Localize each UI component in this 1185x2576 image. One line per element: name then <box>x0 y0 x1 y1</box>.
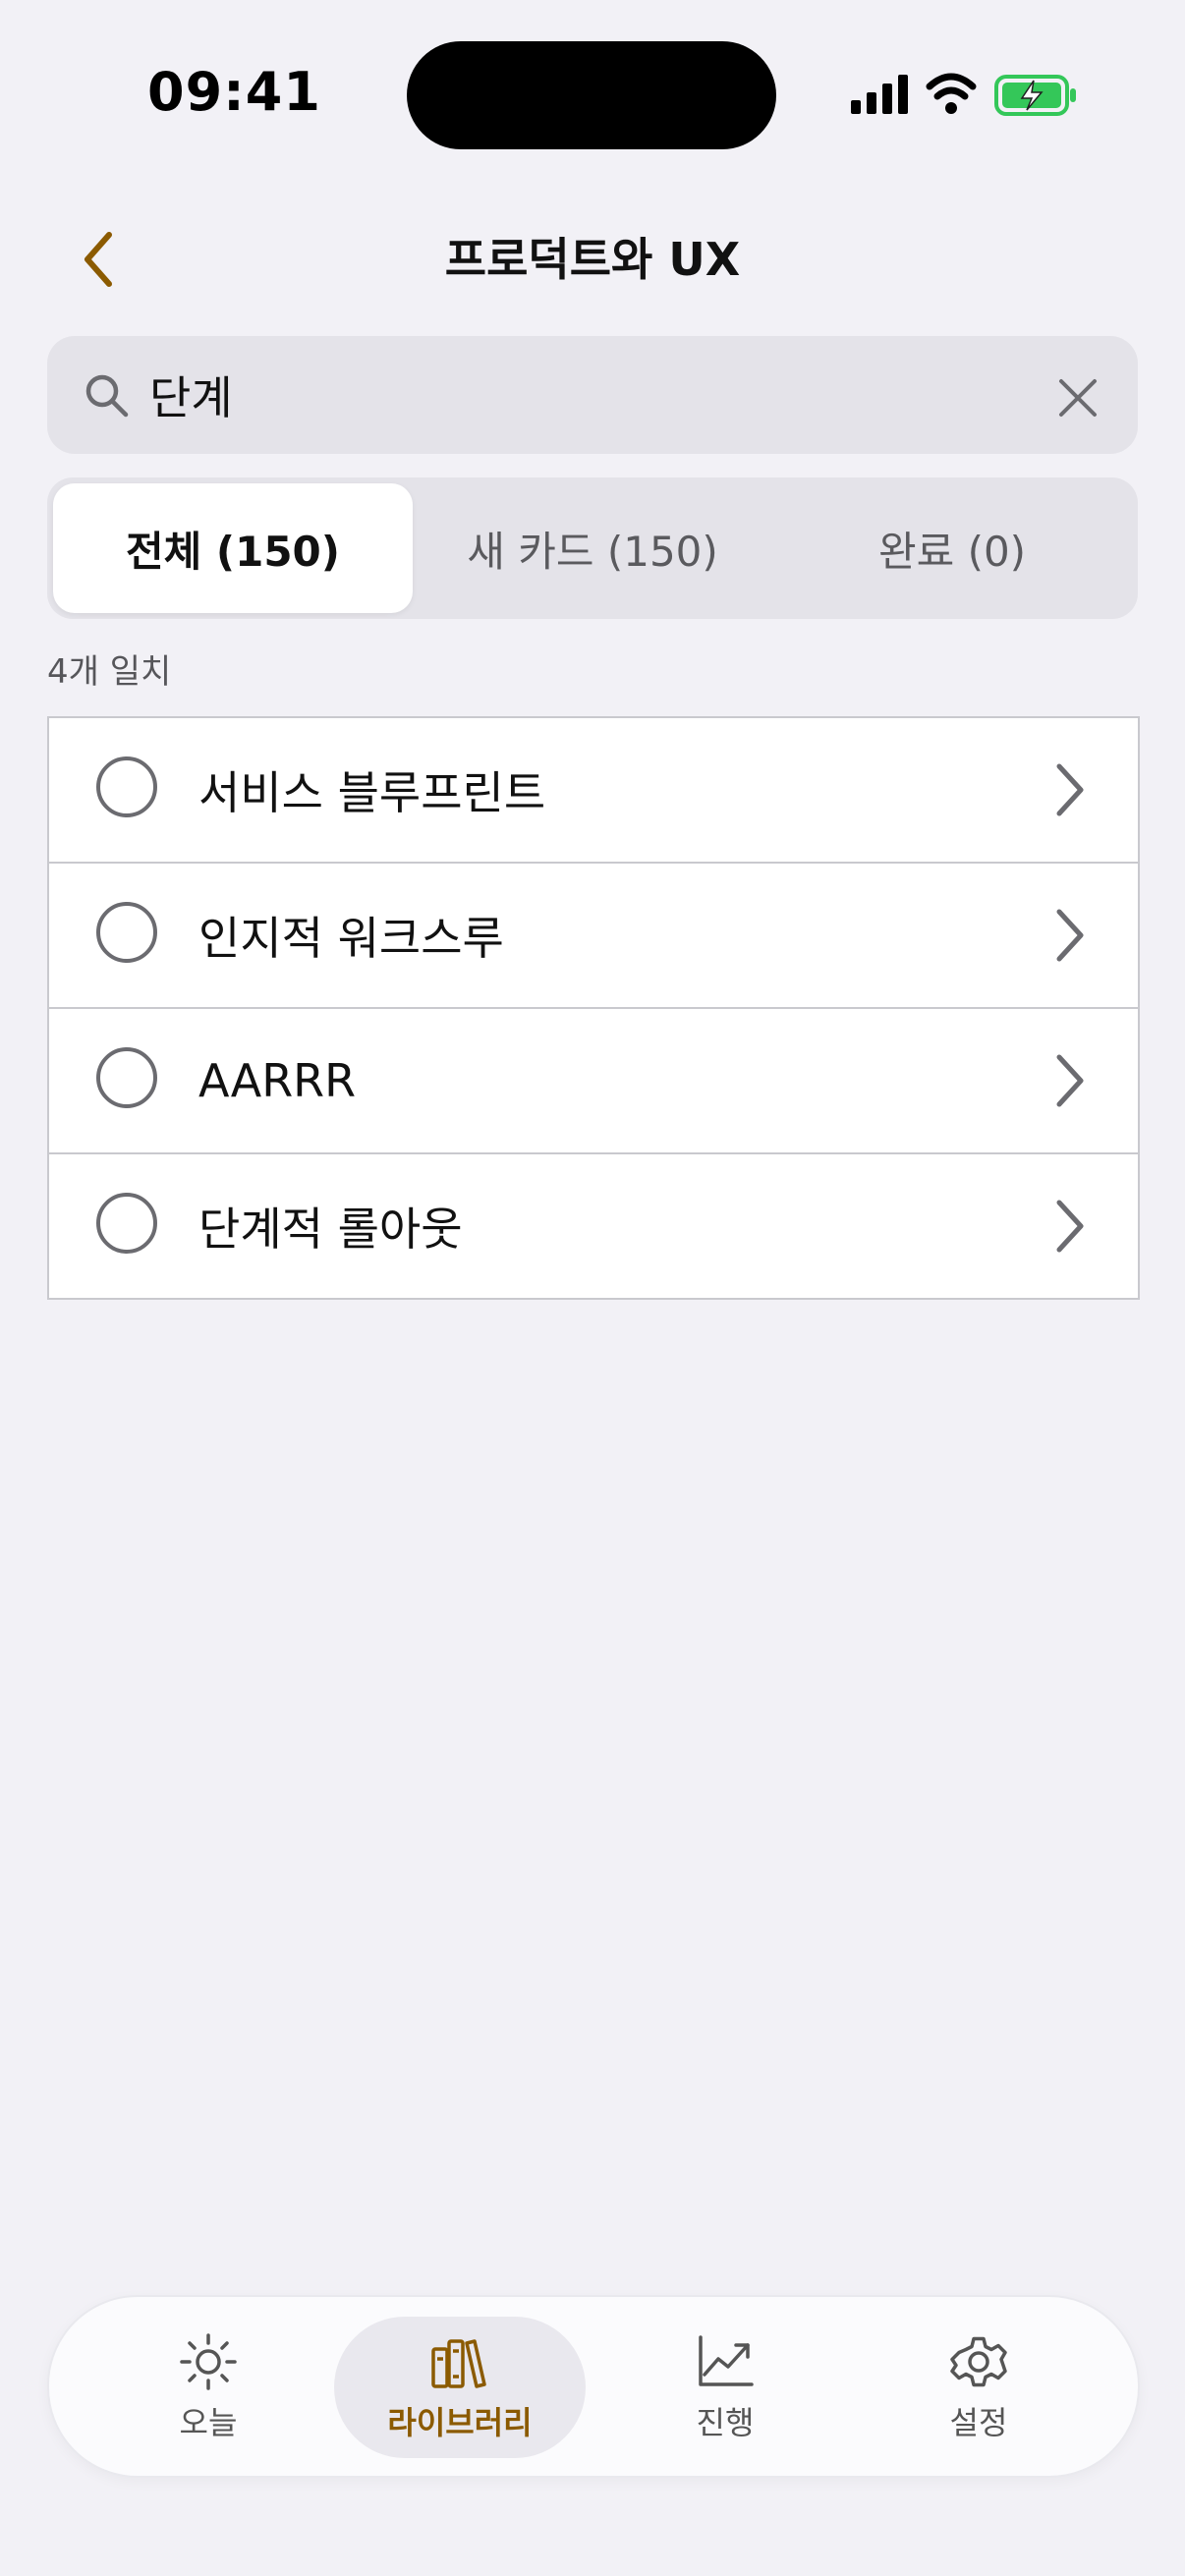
tab-bar: 오늘 라이브러리 진행 설정 <box>47 2295 1140 2478</box>
tab-label: 라이브러리 <box>387 2404 533 2441</box>
tab-label: 오늘 <box>179 2404 238 2441</box>
tab-label: 설정 <box>949 2404 1008 2441</box>
tab-label: 진행 <box>696 2404 755 2441</box>
search-icon <box>85 374 129 418</box>
close-icon <box>1059 379 1097 417</box>
list-item-title: AARRR <box>198 1054 357 1107</box>
status-circle-icon[interactable] <box>96 756 157 817</box>
battery-icon <box>994 75 1076 116</box>
list-item[interactable]: 서비스 블루프린트 <box>49 718 1138 862</box>
status-circle-icon[interactable] <box>96 902 157 963</box>
tab-today[interactable]: 오늘 <box>83 2317 334 2458</box>
chevron-right-icon <box>1056 1200 1084 1253</box>
list-item[interactable]: 단계적 롤아웃 <box>49 1152 1138 1298</box>
list-item-title: 단계적 롤아웃 <box>198 1203 463 1256</box>
list-item[interactable]: AARRR <box>49 1007 1138 1152</box>
chevron-left-icon <box>85 232 112 287</box>
segment-all[interactable]: 전체 (150) <box>53 483 413 613</box>
page-title: 프로덕트와 UX <box>444 233 741 286</box>
dynamic-island <box>407 41 776 149</box>
wifi-icon <box>926 73 977 114</box>
tab-progress[interactable]: 진행 <box>599 2317 851 2458</box>
chart-icon <box>699 2335 754 2386</box>
back-button[interactable] <box>69 224 128 295</box>
status-icons <box>851 73 1076 116</box>
segment-completed[interactable]: 완료 (0) <box>772 483 1132 613</box>
match-count: 4개 일치 <box>47 652 172 692</box>
books-icon <box>431 2339 486 2388</box>
tab-library[interactable]: 라이브러리 <box>334 2317 586 2458</box>
tab-settings[interactable]: 설정 <box>853 2317 1104 2458</box>
filter-segmented-control: 전체 (150) 새 카드 (150) 완료 (0) <box>47 477 1138 619</box>
gear-icon <box>950 2336 1007 2387</box>
search-input[interactable] <box>149 356 1014 434</box>
segment-new-cards[interactable]: 새 카드 (150) <box>413 483 772 613</box>
results-list: 서비스 블루프린트 인지적 워크스루 AARRR 단계적 롤아웃 <box>47 716 1140 1300</box>
list-item-title: 인지적 워크스루 <box>198 912 504 965</box>
list-item-title: 서비스 블루프린트 <box>198 766 546 819</box>
sun-icon <box>180 2333 237 2390</box>
chevron-right-icon <box>1056 909 1084 962</box>
signal-icon <box>851 75 908 114</box>
status-circle-icon[interactable] <box>96 1193 157 1254</box>
status-time: 09:41 <box>147 61 321 123</box>
list-item[interactable]: 인지적 워크스루 <box>49 862 1138 1007</box>
status-circle-icon[interactable] <box>96 1047 157 1108</box>
clear-search-button[interactable] <box>1047 367 1108 428</box>
chevron-right-icon <box>1056 763 1084 816</box>
chevron-right-icon <box>1056 1054 1084 1107</box>
